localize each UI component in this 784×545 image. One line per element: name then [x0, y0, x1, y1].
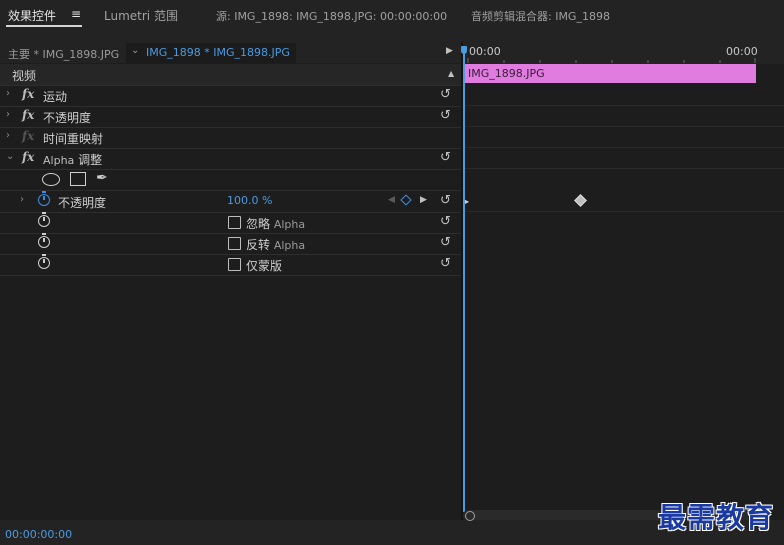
mask-tools-row: ✒: [0, 170, 461, 191]
next-keyframe-icon[interactable]: ▶: [420, 195, 427, 205]
param-row-ignore-alpha: 忽略 Alpha ↺: [0, 212, 461, 234]
current-timecode[interactable]: 00:00:00:00: [5, 528, 72, 541]
stopwatch-icon[interactable]: [38, 254, 50, 269]
param-row-opacity[interactable]: › 不透明度 100.0 % ◀ ▶ ↺: [0, 191, 461, 213]
video-section-label: 视频: [12, 69, 37, 83]
timeline-row-divider: [463, 147, 784, 148]
playhead-handle[interactable]: [461, 46, 467, 54]
reset-icon[interactable]: ↺: [440, 235, 451, 250]
reset-icon[interactable]: ↺: [440, 256, 451, 271]
fx-icon: fx: [22, 129, 35, 143]
invert-alpha-checkbox[interactable]: [228, 237, 241, 250]
fx-icon[interactable]: fx: [22, 108, 34, 122]
opacity-value-field[interactable]: 100.0 %: [227, 194, 272, 207]
tab-source-monitor[interactable]: 源: IMG_1898: IMG_1898.JPG: 00:00:00:00: [216, 8, 447, 24]
chevron-right-icon[interactable]: ›: [6, 130, 10, 141]
active-tab-indicator: [6, 25, 82, 27]
effect-row-time-remap[interactable]: › fx 时间重映射: [0, 127, 461, 149]
param-label-opacity: 不透明度: [58, 196, 107, 210]
param-row-invert-alpha: 反转 Alpha ↺: [0, 233, 461, 255]
ruler-end-time: 00:00: [726, 45, 758, 58]
collapse-up-icon[interactable]: ▲: [448, 69, 454, 78]
mask-only-label: 仅蒙版: [246, 259, 283, 273]
playhead-line[interactable]: [463, 48, 465, 512]
previous-keyframe-icon[interactable]: ◀: [388, 195, 395, 205]
pen-mask-icon[interactable]: ✒: [96, 170, 108, 186]
invert-alpha-label: 反转 Alpha: [246, 238, 306, 252]
stopwatch-icon[interactable]: [38, 233, 50, 248]
rectangle-mask-icon[interactable]: [70, 172, 86, 186]
reset-icon[interactable]: ↺: [440, 87, 451, 102]
reset-icon[interactable]: ↺: [440, 150, 451, 165]
reset-icon[interactable]: ↺: [440, 108, 451, 123]
panel-tab-bar: 效果控件 ≡ Lumetri 范围 源: IMG_1898: IMG_1898.…: [0, 0, 784, 32]
effect-row-opacity[interactable]: › fx 不透明度 ↺: [0, 106, 461, 128]
reset-icon[interactable]: ↺: [440, 193, 451, 208]
chevron-right-icon[interactable]: ›: [20, 194, 24, 205]
ruler-start-time: 00:00: [469, 45, 501, 58]
fx-icon[interactable]: fx: [22, 150, 34, 164]
reset-icon[interactable]: ↺: [440, 214, 451, 229]
ignore-alpha-checkbox[interactable]: [228, 216, 241, 229]
scrollbar-handle[interactable]: [465, 511, 475, 521]
chevron-down-icon[interactable]: ⌄: [131, 45, 139, 56]
effect-label-time-remap: 时间重映射: [43, 132, 104, 146]
panel-menu-icon[interactable]: ≡: [71, 7, 81, 21]
effect-row-alpha-adjust[interactable]: ⌄ fx Alpha 调整 ↺: [0, 148, 461, 170]
param-row-mask-only: 仅蒙版 ↺: [0, 254, 461, 276]
chevron-right-icon[interactable]: ›: [6, 88, 10, 99]
watermark-logo: 最需教育: [658, 501, 775, 534]
add-keyframe-icon[interactable]: [400, 194, 412, 206]
ignore-alpha-label: 忽略 Alpha: [246, 217, 306, 231]
ellipse-mask-icon[interactable]: [42, 173, 60, 186]
play-icon[interactable]: ▶: [446, 46, 453, 56]
ruler-ticks: [467, 58, 756, 63]
tab-lumetri-scopes[interactable]: Lumetri 范围: [104, 7, 178, 24]
chevron-right-icon[interactable]: ›: [6, 109, 10, 120]
timeline-clip-label: IMG_1898.JPG: [468, 67, 545, 80]
stopwatch-icon[interactable]: [38, 212, 50, 227]
effect-label-alpha-adjust: Alpha 调整: [43, 153, 103, 167]
effect-row-motion[interactable]: › fx 运动 ↺: [0, 85, 461, 107]
timeline-row-divider: [463, 105, 784, 106]
timeline-row-divider: [463, 126, 784, 127]
timeline-row-divider: [463, 168, 784, 169]
video-effects-header: 视频 ▲: [0, 64, 461, 86]
master-clip-label[interactable]: 主要 * IMG_1898.JPG: [8, 46, 119, 62]
effect-label-opacity: 不透明度: [43, 111, 92, 125]
effect-timeline: [463, 42, 784, 520]
effect-label-motion: 运动: [43, 90, 68, 104]
tab-audio-clip-mixer[interactable]: 音频剪辑混合器: IMG_1898: [471, 8, 610, 24]
tab-effect-controls[interactable]: 效果控件: [8, 7, 56, 24]
mask-only-checkbox[interactable]: [228, 258, 241, 271]
chevron-down-icon[interactable]: ⌄: [6, 151, 14, 162]
timeline-row-divider: [463, 211, 784, 212]
fx-icon[interactable]: fx: [22, 87, 34, 101]
stopwatch-icon[interactable]: [38, 191, 50, 206]
sequence-clip-label[interactable]: IMG_1898 * IMG_1898.JPG: [146, 46, 290, 59]
